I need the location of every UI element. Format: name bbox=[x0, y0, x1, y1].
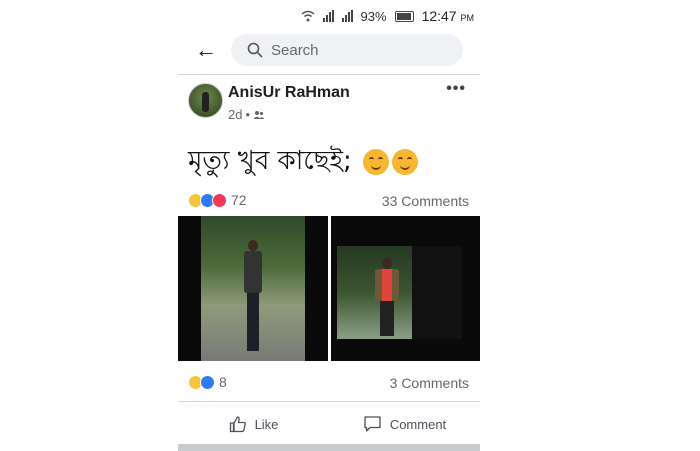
meta-separator: • bbox=[245, 107, 251, 122]
like-label: Like bbox=[254, 416, 279, 432]
clock-time: 12:47 bbox=[421, 8, 457, 24]
back-arrow-icon[interactable]: ← bbox=[195, 39, 217, 61]
facebook-mobile-screen: 93% 12:47 PM ← Search AnisUr RaHman 2d • bbox=[178, 0, 480, 451]
post-actions: Like Comment bbox=[178, 404, 480, 444]
photo-reactions-summary[interactable]: 8 bbox=[188, 374, 227, 390]
photo-scene bbox=[337, 246, 462, 339]
smiling-emoji-icon bbox=[363, 148, 390, 175]
photo-grid bbox=[178, 216, 480, 361]
friends-audience-icon bbox=[253, 110, 265, 119]
comment-icon bbox=[364, 416, 381, 432]
signal-icon-2 bbox=[341, 10, 353, 22]
like-icon bbox=[229, 416, 246, 433]
post-photo[interactable] bbox=[178, 216, 328, 361]
like-button[interactable]: Like bbox=[178, 404, 329, 444]
comment-label: Comment bbox=[389, 416, 447, 432]
avatar[interactable] bbox=[188, 83, 223, 118]
search-placeholder: Search bbox=[271, 41, 319, 59]
post-author[interactable]: AnisUr RaHman bbox=[228, 84, 350, 102]
post-text: মৃত্যু খুব কাছেই; bbox=[188, 146, 352, 176]
photo-comments-count[interactable]: 3 Comments bbox=[390, 375, 469, 391]
reactions-summary[interactable]: 72 bbox=[188, 192, 247, 208]
post-text-line: মৃত্যু খুব কাছেই; bbox=[188, 140, 419, 184]
post-meta: 2d • bbox=[228, 107, 265, 122]
reaction-count: 72 bbox=[231, 192, 247, 208]
top-bar: ← Search bbox=[178, 32, 480, 72]
comments-count[interactable]: 33 Comments bbox=[382, 193, 469, 209]
photo-reaction-count: 8 bbox=[219, 374, 227, 390]
more-options-icon[interactable]: ••• bbox=[446, 80, 466, 98]
actions-divider bbox=[178, 401, 480, 402]
post-time[interactable]: 2d bbox=[228, 107, 242, 122]
wifi-icon bbox=[301, 10, 315, 22]
person-figure bbox=[244, 240, 262, 355]
comment-button[interactable]: Comment bbox=[329, 404, 480, 444]
post-photo[interactable] bbox=[331, 216, 480, 361]
search-bar[interactable]: Search bbox=[231, 34, 463, 66]
feed-separator bbox=[178, 444, 480, 451]
smiling-emoji-icon bbox=[392, 148, 419, 175]
clock: 12:47 PM bbox=[422, 8, 474, 24]
battery-icon bbox=[394, 10, 414, 22]
photo-scene bbox=[201, 216, 305, 361]
person-figure bbox=[375, 258, 399, 336]
search-icon bbox=[247, 42, 263, 58]
like-reaction-icon bbox=[200, 374, 215, 390]
status-bar: 93% 12:47 PM bbox=[230, 6, 480, 26]
battery-percent: 93% bbox=[360, 8, 387, 24]
signal-icon bbox=[322, 10, 334, 22]
header-divider bbox=[178, 74, 480, 75]
love-reaction-icon bbox=[212, 192, 227, 208]
clock-ampm: PM bbox=[460, 13, 475, 23]
